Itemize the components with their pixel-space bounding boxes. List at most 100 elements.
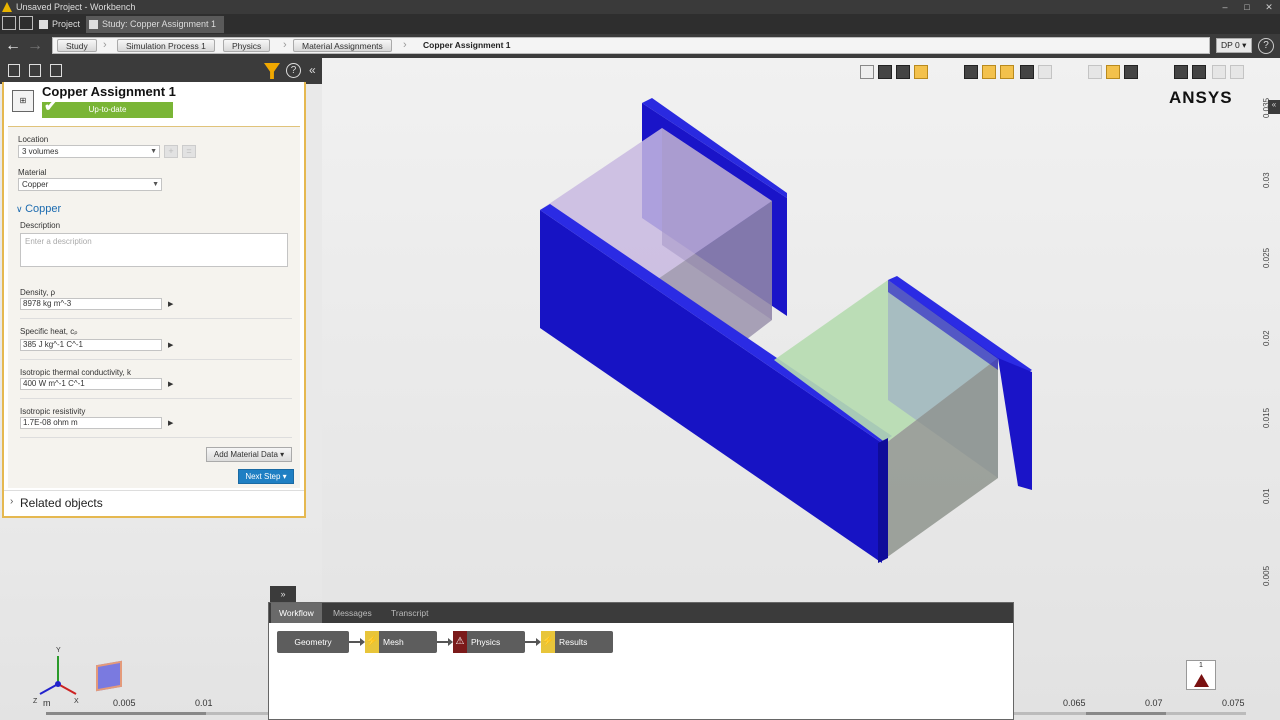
specific-heat-label: Specific heat, cₚ — [20, 327, 78, 336]
svg-text:Y: Y — [56, 647, 61, 654]
filter-icon[interactable] — [264, 63, 280, 79]
svg-text:X: X — [74, 698, 79, 705]
expand-arrow-icon[interactable]: ▶ — [168, 300, 173, 308]
description-placeholder: Enter a description — [25, 237, 92, 246]
maximize-button[interactable]: □ — [1236, 1, 1258, 13]
view-cube[interactable] — [96, 660, 122, 692]
thermal-conductivity-value: 400 W m^-1 C^-1 — [23, 379, 85, 388]
minimize-button[interactable]: – — [1214, 1, 1236, 13]
ruler-tick: 0.02 — [1262, 330, 1271, 346]
location-select[interactable]: 3 volumes ▼ — [18, 145, 160, 158]
ruler-tick: 0.005 — [113, 698, 136, 708]
workflow-tab-bar: Workflow Messages Transcript — [269, 603, 1013, 623]
location-value: 3 volumes — [22, 147, 59, 156]
resistivity-field[interactable]: 1.7E-08 ohm m — [20, 417, 162, 429]
menu-icon[interactable] — [2, 16, 16, 30]
chevron-down-icon: ▼ — [150, 148, 157, 155]
status-label: Up-to-date — [88, 105, 127, 114]
divider — [20, 318, 292, 319]
remove-location-button[interactable]: = — [182, 145, 196, 158]
add-location-button[interactable]: + — [164, 145, 178, 158]
help-icon[interactable]: ? — [1258, 38, 1274, 54]
related-objects-section[interactable]: › Related objects — [4, 490, 304, 514]
tab-workflow[interactable]: Workflow — [271, 603, 322, 623]
workflow-node-results[interactable]: ⚡ Results — [541, 631, 613, 653]
tab-transcript[interactable]: Transcript — [383, 603, 436, 623]
workflow-node-physics[interactable]: ⚠ Physics — [453, 631, 525, 653]
new-object-icon[interactable] — [8, 64, 20, 77]
help-icon[interactable]: ? — [286, 63, 301, 78]
thermal-conductivity-label: Isotropic thermal conductivity, k — [20, 368, 132, 377]
section-copper[interactable]: ∨ Copper — [16, 203, 61, 215]
expand-arrow-icon[interactable]: ▶ — [168, 380, 173, 388]
project-icon — [39, 20, 48, 29]
front-end-wall — [878, 438, 888, 563]
layout-icon[interactable] — [19, 16, 33, 30]
workflow-node-mesh[interactable]: ⚡ Mesh — [365, 631, 437, 653]
properties-panel: ⊞ Copper Assignment 1 ✔ Up-to-date Locat… — [2, 82, 306, 518]
expand-arrow-icon[interactable]: ▶ — [168, 419, 173, 427]
check-icon: ✔ — [44, 98, 58, 115]
breadcrumb-separator: › — [403, 39, 407, 51]
tab-project-label: Project — [52, 19, 81, 29]
location-label: Location — [18, 135, 49, 144]
workflow-node-label: Physics — [471, 637, 501, 647]
tab-messages[interactable]: Messages — [325, 603, 380, 623]
description-field[interactable]: Enter a description — [20, 233, 288, 267]
panel-body: Location 3 volumes ▼ + = Material Copper… — [8, 126, 300, 488]
divider — [20, 359, 292, 360]
density-label: Density, ρ — [20, 288, 56, 297]
ruler-tick: 0.025 — [1262, 247, 1271, 268]
status-badge: ✔ Up-to-date — [42, 98, 173, 118]
ansys-logo: ANSYS — [1169, 88, 1233, 107]
design-point-select[interactable]: DP 0 ▾ — [1216, 38, 1252, 53]
ruler-tick: 0.035 — [1262, 97, 1271, 118]
expand-arrow-icon[interactable]: ▶ — [168, 341, 173, 349]
duplicate-icon[interactable] — [29, 64, 41, 77]
material-assignment-icon: ⊞ — [12, 90, 34, 112]
close-button[interactable]: ✕ — [1258, 1, 1280, 13]
panel-title: Copper Assignment 1 — [42, 84, 176, 99]
workflow-node-geometry[interactable]: Geometry — [277, 631, 349, 653]
tab-project[interactable]: Project — [36, 16, 88, 33]
svg-text:Z: Z — [33, 698, 38, 705]
divider — [20, 437, 292, 438]
delete-icon[interactable] — [50, 64, 62, 77]
right-wall-end — [998, 358, 1032, 490]
warning-icon: ⚠ — [453, 631, 467, 653]
chevron-down-icon: ▼ — [152, 181, 159, 188]
next-step-button[interactable]: Next Step ▾ — [238, 469, 294, 484]
workflow-node-label: Mesh — [383, 637, 404, 647]
breadcrumb-simulation-process[interactable]: Simulation Process 1 — [117, 39, 215, 52]
add-material-data-button[interactable]: Add Material Data ▾ — [206, 447, 292, 462]
section-copper-title: Copper — [25, 203, 62, 215]
ruler-tick: 0.075 — [1222, 698, 1245, 708]
breadcrumb: Study › Simulation Process 1 Physics › M… — [52, 37, 1210, 54]
warning-count: 1 — [1199, 662, 1203, 669]
back-arrow-icon[interactable]: ← — [4, 37, 22, 55]
breadcrumb-material-assignments[interactable]: Material Assignments — [293, 39, 392, 52]
collapse-panel-icon[interactable]: « — [309, 63, 316, 77]
ruler-tick: 0.005 — [1262, 565, 1271, 586]
ruler-unit: m — [43, 698, 51, 708]
description-label: Description — [20, 221, 61, 230]
breadcrumb-separator: › — [103, 39, 107, 51]
messages-indicator[interactable]: 1 — [1186, 660, 1216, 690]
material-select[interactable]: Copper ▼ — [18, 178, 162, 191]
panel-header: ⊞ Copper Assignment 1 ✔ Up-to-date — [4, 82, 304, 126]
density-field[interactable]: 8978 kg m^-3 — [20, 298, 162, 310]
chevron-down-icon: ∨ — [16, 204, 26, 214]
navigation-bar: ← → Study › Simulation Process 1 Physics… — [0, 34, 1280, 58]
ansys-app-icon — [2, 2, 12, 12]
specific-heat-field[interactable]: 385 J kg^-1 C^-1 — [20, 339, 162, 351]
thermal-conductivity-field[interactable]: 400 W m^-1 C^-1 — [20, 378, 162, 390]
workflow-connector — [437, 638, 453, 646]
collapse-workflow-button[interactable]: » — [270, 586, 296, 602]
forward-arrow-icon[interactable]: → — [26, 37, 44, 55]
tab-study[interactable]: Study: Copper Assignment 1 — [86, 16, 225, 33]
workflow-panel: Workflow Messages Transcript Geometry ⚡ … — [268, 602, 1014, 720]
breadcrumb-physics[interactable]: Physics — [223, 39, 271, 52]
lightning-icon: ⚡ — [365, 631, 379, 653]
resistivity-label: Isotropic resistivity — [20, 407, 86, 416]
breadcrumb-study[interactable]: Study — [57, 39, 97, 52]
